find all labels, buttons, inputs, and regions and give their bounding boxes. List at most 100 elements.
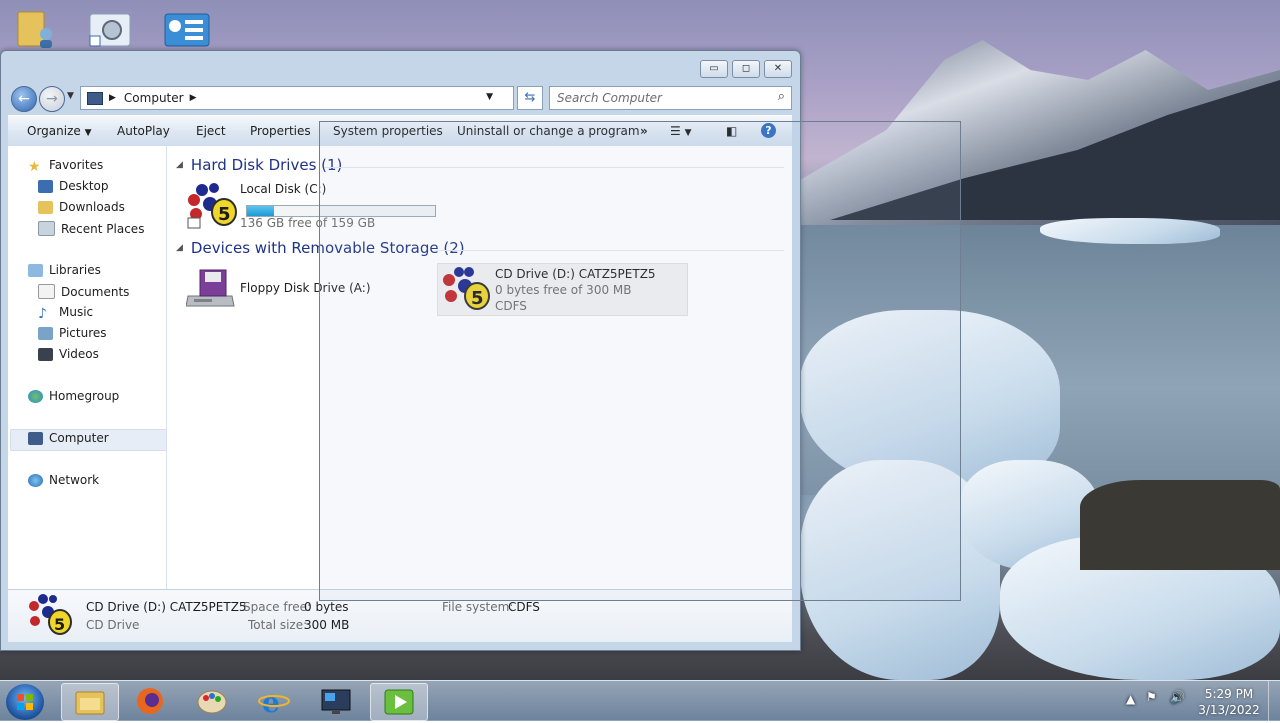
star-icon: ★	[28, 158, 41, 175]
sidebar-item-desktop[interactable]: Desktop	[38, 179, 109, 193]
computer-icon	[28, 431, 43, 445]
control-panel-shortcut-icon[interactable]	[88, 10, 132, 50]
total-size-value: 300 MB	[304, 618, 350, 632]
sidebar-item-homegroup[interactable]: Homegroup	[28, 389, 119, 403]
action-center-icon[interactable]: ⚑	[1146, 690, 1157, 704]
iceberg	[1040, 218, 1220, 244]
sidebar-item-network[interactable]: Network	[28, 473, 99, 487]
details-item-name: CD Drive (D:) CATZ5PETZ5	[86, 600, 247, 614]
show-hidden-icons-icon[interactable]: ▲	[1126, 692, 1135, 706]
breadcrumb-arrow-icon[interactable]: ▶	[190, 93, 197, 103]
shore-rocks	[1080, 480, 1280, 570]
start-button[interactable]	[6, 684, 44, 720]
recent-places-icon	[38, 221, 55, 236]
paint-icon[interactable]	[184, 683, 240, 719]
sidebar-item-label: Network	[49, 473, 100, 487]
space-free-value: 0 bytes	[304, 600, 349, 614]
media-player-icon[interactable]	[370, 683, 428, 721]
show-desktop-button[interactable]	[1268, 681, 1280, 721]
sidebar-item-label: Libraries	[49, 263, 101, 277]
sidebar-item-documents[interactable]: Documents	[38, 284, 129, 299]
chevron-down-icon: ▼	[84, 128, 92, 138]
windows-explorer-icon[interactable]	[61, 683, 119, 721]
collapse-icon: ◢	[176, 160, 183, 170]
local-disk-name[interactable]: Local Disk (C:)	[240, 182, 326, 196]
cd-drive-details-icon: 5	[26, 594, 74, 638]
file-system-label: File system:	[442, 600, 514, 614]
total-size-label: Total size:	[248, 618, 308, 632]
space-free-label: Space free:	[243, 600, 312, 614]
clock-date: 3/13/2022	[1198, 703, 1260, 717]
pictures-icon	[38, 326, 53, 340]
back-button[interactable]: ←	[11, 86, 37, 112]
sidebar-item-label: Recent Places	[61, 221, 145, 236]
homegroup-icon	[28, 389, 43, 403]
sidebar-item-label: Favorites	[49, 158, 104, 172]
user-folder-icon[interactable]	[14, 10, 58, 50]
file-system-value: CDFS	[508, 600, 540, 614]
navigation-pane: ★ Favorites Desktop Downloads Recent Plac…	[8, 146, 167, 589]
local-disk-icon[interactable]: 5	[186, 182, 240, 230]
sidebar-item-label: Music	[59, 305, 94, 319]
remote-desktop-icon[interactable]	[308, 683, 364, 719]
sidebar-item-label: Videos	[59, 347, 99, 361]
settings-panel-icon[interactable]	[163, 10, 210, 50]
desktop-icon	[38, 179, 53, 193]
floppy-drive-icon[interactable]	[185, 266, 236, 312]
internet-explorer-icon[interactable]: e	[246, 683, 302, 719]
sidebar-item-computer[interactable]: Computer	[28, 431, 109, 445]
sidebar-item-favorites[interactable]: ★ Favorites	[28, 158, 104, 175]
videos-icon	[38, 347, 53, 361]
taskbar: e ▲ ⚑ 🔊 5:29 PM 3/13/2022	[0, 680, 1280, 721]
address-dropdown-icon[interactable]: ▼	[486, 92, 493, 102]
autoplay-button[interactable]: AutoPlay	[117, 124, 170, 138]
organize-label: Organize	[27, 124, 81, 138]
firefox-icon[interactable]	[122, 683, 178, 719]
close-icon[interactable]: ✕	[764, 60, 792, 78]
sidebar-item-label: Pictures	[59, 326, 107, 340]
window-caption-buttons: ▭ ◻ ✕	[700, 60, 792, 78]
forward-button[interactable]: →	[39, 86, 65, 112]
search-input[interactable]: Search Computer ⌕	[549, 86, 792, 110]
disk-usage-fill	[247, 206, 275, 216]
address-text[interactable]: Computer	[124, 91, 184, 105]
recent-pages-dropdown-icon[interactable]: ▼	[67, 91, 74, 101]
address-bar[interactable]: ▶ Computer ▶ ▼	[80, 86, 514, 110]
sidebar-item-recent-places[interactable]: Recent Places	[38, 221, 144, 236]
sidebar-item-label: Computer	[49, 431, 109, 445]
hard-disk-drives-header[interactable]: ◢ Hard Disk Drives (1)	[176, 156, 342, 174]
navigation-bar: ← → ▼ ▶ Computer ▶ ▼ ⇆ Search Computer ⌕	[9, 83, 793, 113]
eject-button[interactable]: Eject	[196, 124, 226, 138]
sidebar-item-libraries[interactable]: Libraries	[28, 263, 101, 277]
breadcrumb-arrow-icon[interactable]: ▶	[109, 93, 116, 103]
maximize-icon[interactable]: ◻	[732, 60, 760, 78]
libraries-icon	[28, 263, 43, 277]
computer-icon	[87, 91, 103, 105]
sidebar-item-videos[interactable]: Videos	[38, 347, 99, 361]
svg-text:e: e	[262, 686, 280, 719]
music-icon: ♪	[38, 305, 47, 322]
sidebar-item-label: Desktop	[59, 179, 109, 193]
collapse-icon: ◢	[176, 243, 183, 253]
minimize-icon[interactable]: ▭	[700, 60, 728, 78]
sidebar-item-downloads[interactable]: Downloads	[38, 200, 125, 214]
sidebar-item-label: Homegroup	[49, 389, 120, 403]
search-placeholder: Search Computer	[557, 91, 662, 105]
svg-text:5: 5	[218, 204, 231, 225]
search-icon[interactable]: ⌕	[778, 89, 785, 104]
properties-button[interactable]: Properties	[250, 124, 311, 138]
sidebar-item-label: Downloads	[59, 200, 125, 214]
sidebar-item-label: Documents	[61, 284, 130, 299]
sidebar-item-pictures[interactable]: Pictures	[38, 326, 107, 340]
clock-time: 5:29 PM	[1204, 687, 1254, 701]
refresh-button[interactable]: ⇆	[517, 86, 543, 110]
svg-text:5: 5	[54, 615, 65, 634]
downloads-folder-icon	[38, 200, 53, 214]
volume-icon[interactable]: 🔊	[1170, 690, 1185, 704]
documents-icon	[38, 284, 55, 299]
details-item-type: CD Drive	[86, 618, 140, 632]
system-clock[interactable]: 5:29 PM 3/13/2022	[1196, 686, 1262, 718]
sidebar-item-music[interactable]: ♪ Music	[38, 305, 94, 322]
selection-rectangle	[319, 121, 961, 601]
organize-menu[interactable]: Organize ▼	[27, 124, 92, 138]
